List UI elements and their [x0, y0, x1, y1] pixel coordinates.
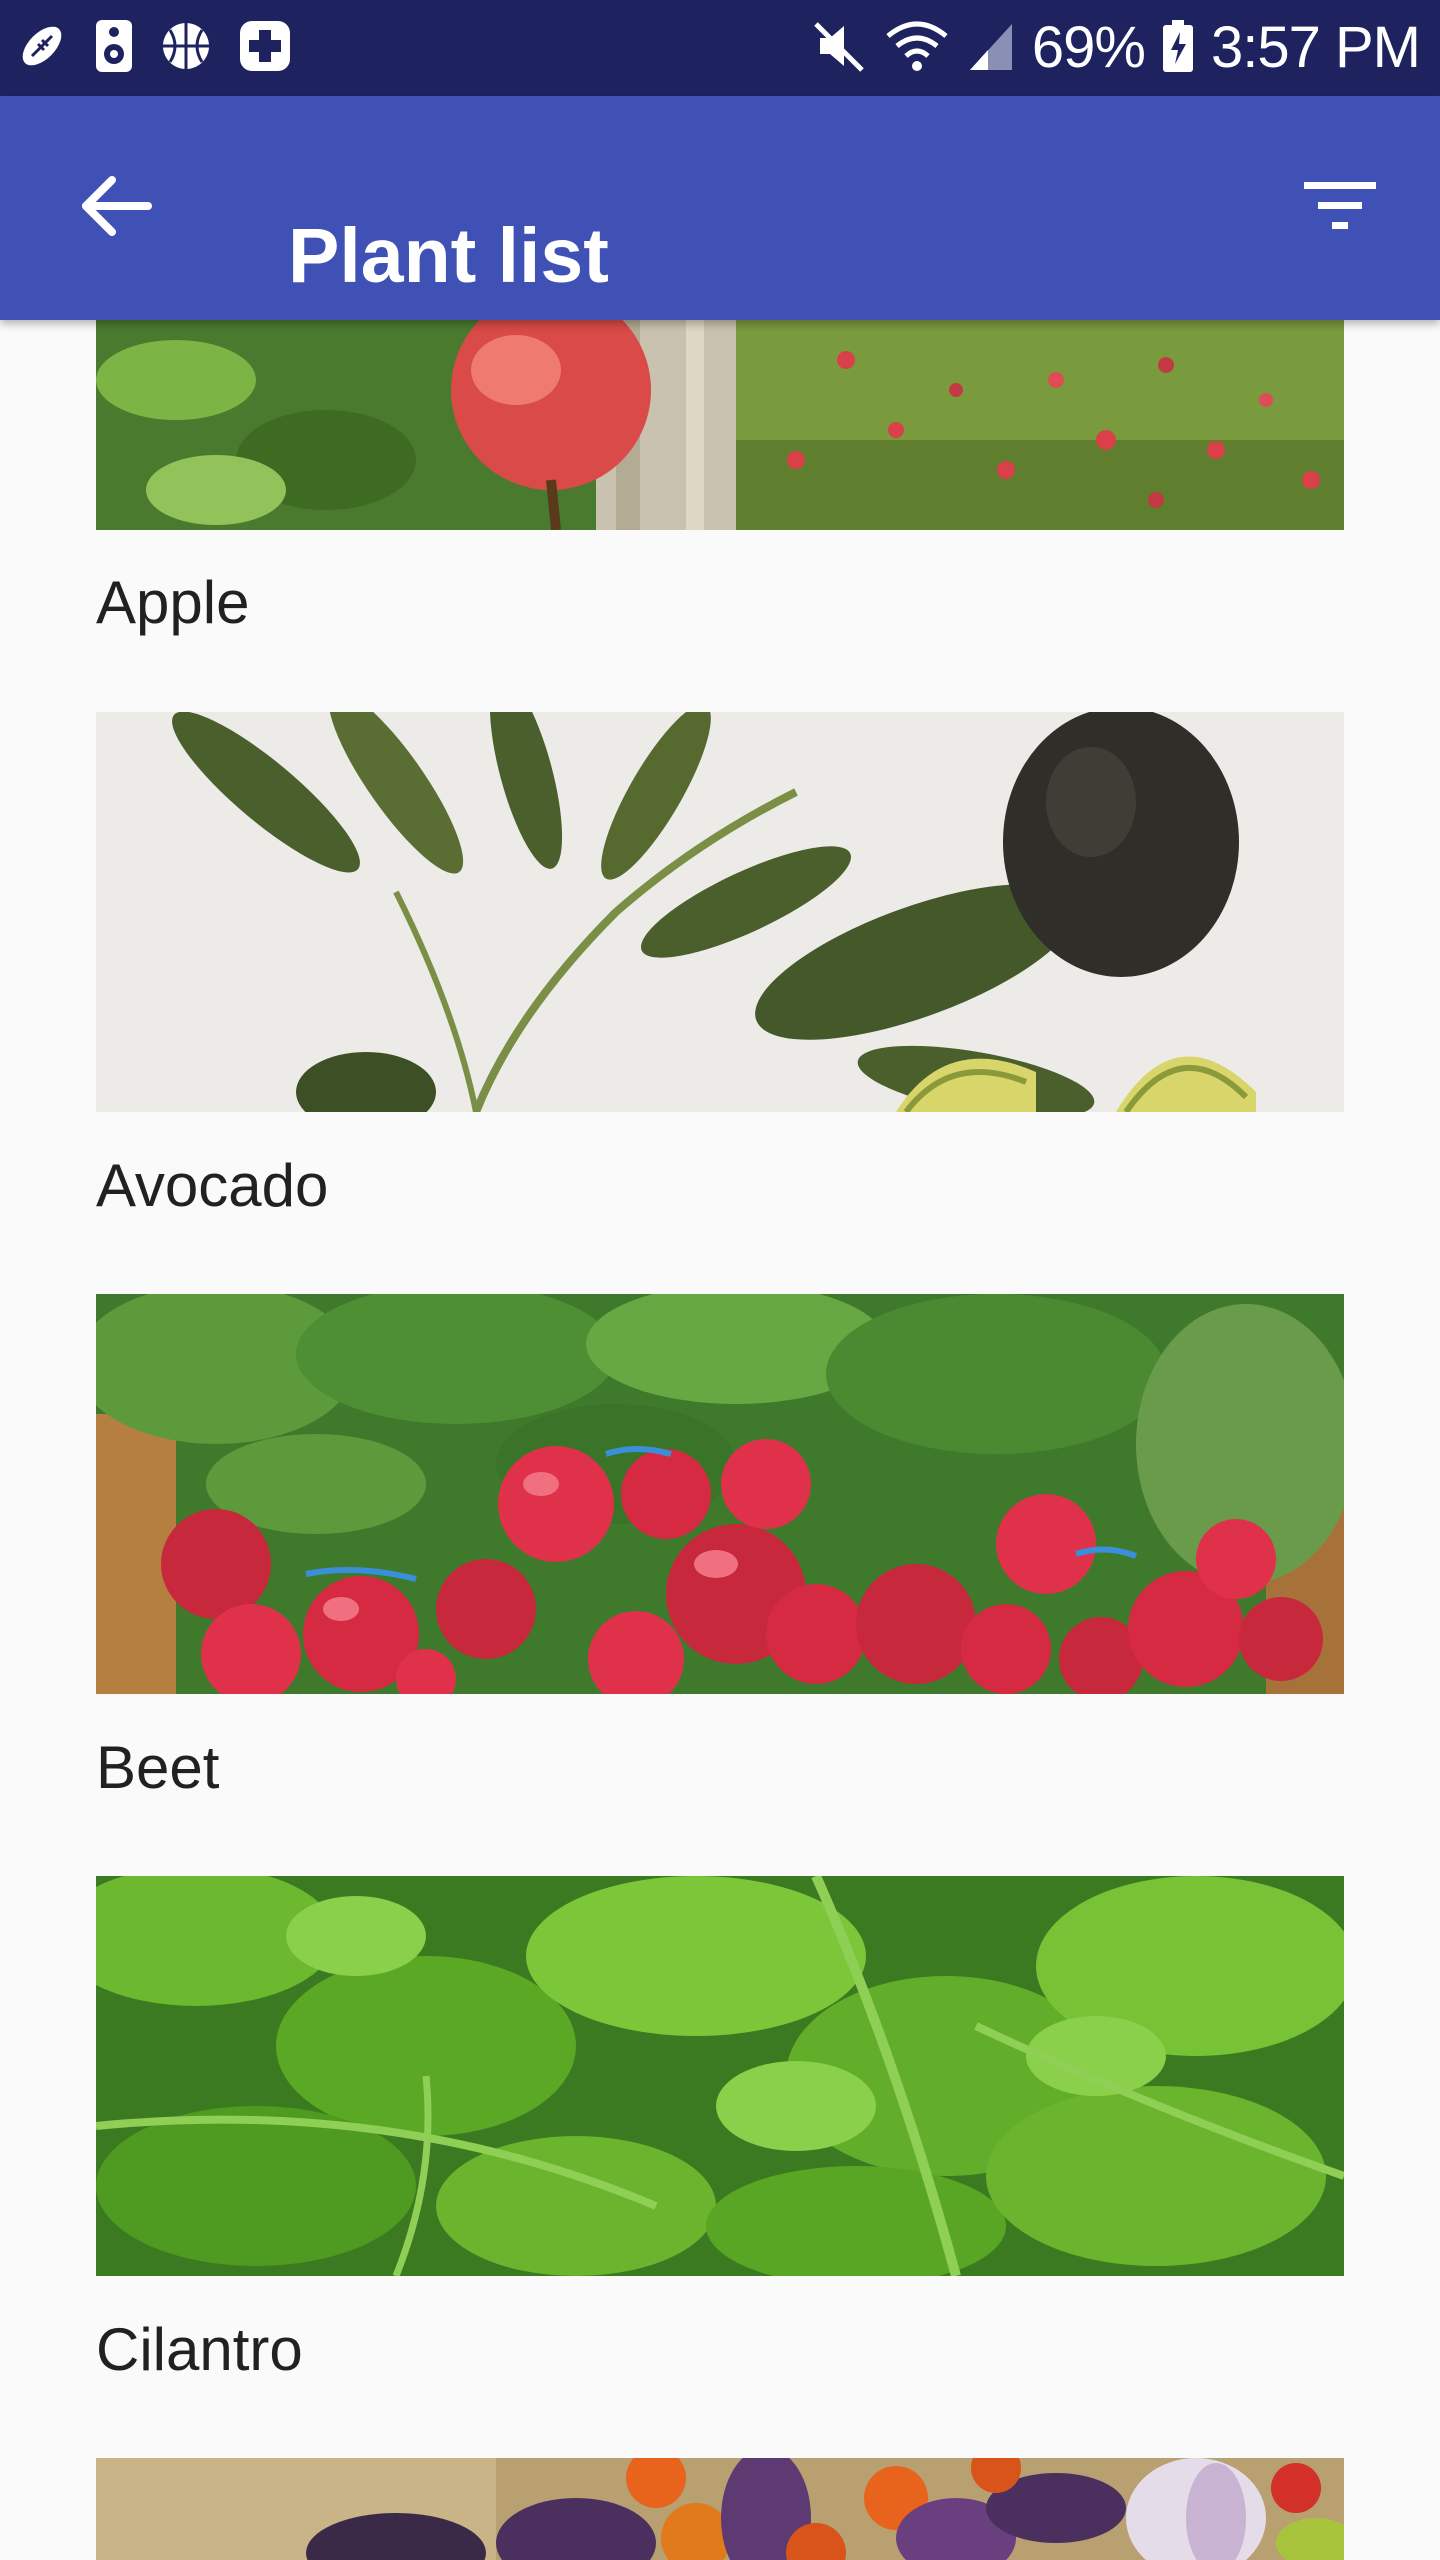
plant-name: Beet: [96, 1734, 220, 1801]
system-status: 69% 3:57 PM: [812, 10, 1421, 86]
plant-image-apple: [96, 320, 1344, 530]
plant-image-cilantro: [96, 1876, 1344, 2276]
back-button[interactable]: [56, 148, 176, 268]
filter-button[interactable]: [1280, 148, 1400, 268]
plant-item-beet[interactable]: Beet: [96, 1294, 1344, 1834]
clock: 3:57 PM: [1211, 15, 1421, 80]
battery-icon: [1161, 18, 1195, 79]
signal-icon: [966, 18, 1016, 79]
battery-percent: 69%: [1031, 15, 1146, 80]
basketball-icon: [160, 20, 212, 77]
page-title: Plant list: [288, 213, 609, 299]
plant-name: Apple: [96, 569, 250, 636]
arrow-back-icon: [80, 174, 152, 243]
plant-image-next: [96, 2458, 1344, 2560]
plant-item-avocado[interactable]: Avocado: [96, 712, 1344, 1252]
mute-icon: [812, 18, 868, 79]
plant-list[interactable]: Apple Avocado Beet Cilantro: [0, 320, 1440, 2560]
plant-name: Cilantro: [96, 2316, 303, 2383]
plant-item-apple[interactable]: Apple: [96, 320, 1344, 660]
plant-image-beet: [96, 1294, 1344, 1694]
football-icon: [16, 20, 68, 77]
status-bar: 69% 3:57 PM: [0, 0, 1440, 96]
wifi-icon: [884, 18, 950, 79]
notification-icons: [16, 18, 292, 78]
filter-list-icon: [1302, 178, 1378, 239]
plant-item-cilantro[interactable]: Cilantro: [96, 1876, 1344, 2416]
medical-cross-icon: [238, 19, 292, 78]
speaker-app-icon: [94, 18, 134, 79]
plant-image-avocado: [96, 712, 1344, 1112]
plant-name: Avocado: [96, 1152, 329, 1219]
app-bar: Plant list: [0, 96, 1440, 320]
plant-item-next[interactable]: [96, 2458, 1344, 2560]
